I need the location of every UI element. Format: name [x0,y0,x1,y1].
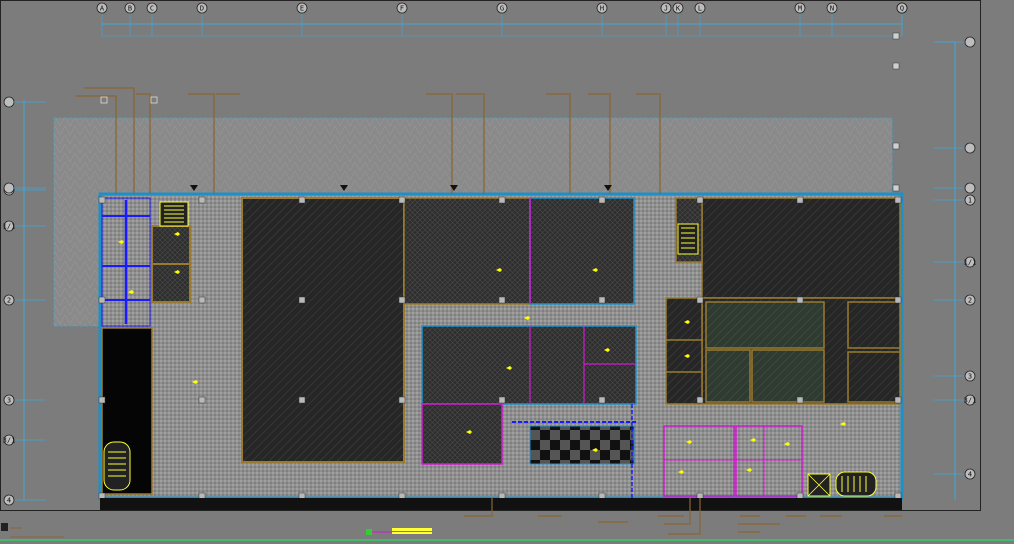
column-icon [498,296,506,304]
column-icon [598,396,606,404]
column-icon [198,196,206,204]
grid-bubble-icon: D [196,2,208,36]
grid-column-label: G [500,5,504,13]
grid-row-label: 2 [968,297,972,305]
top-grid-bubbles: ABCDEFGHJKLMNPQ [96,2,908,36]
column-icon [398,396,406,404]
column-icon [198,396,206,404]
elevator-icon [807,473,831,497]
grid-row-label: 2 [7,297,11,305]
column-icon [98,396,106,404]
scale-bar [366,528,432,535]
column-icon [892,32,900,40]
column-icon [298,396,306,404]
grid-bubble-icon: L [694,2,706,36]
column-icon [598,196,606,204]
column-icon [796,196,804,204]
column-icon [894,396,902,404]
grid-bubble-icon: J [660,2,672,36]
room-right-side[interactable] [665,297,703,405]
room-right-top[interactable] [701,197,901,299]
north-marker [1,523,64,538]
grid-bubble-icon: G [496,2,508,36]
column-icon [98,296,106,304]
column-icon [98,196,106,204]
grid-bubble-icon: C [146,2,158,36]
grid-bubble-icon [3,182,46,194]
column-icon [696,396,704,404]
drawing-viewport[interactable]: ABCDEFGHJKLMNPQ 11/1233/14 11/1233/14 [0,0,1014,544]
grid-bubble-icon: B [124,2,136,36]
grid-column-label: H [600,5,604,13]
grid-bubble-icon: 2 [3,294,46,306]
column-icon [796,396,804,404]
column-icon [298,196,306,204]
grid-row-label: 3/1 [964,397,977,405]
grid-row-label: 3 [7,397,11,405]
column-icon [598,296,606,304]
grid-column-label: F [400,5,404,13]
column-icon [398,296,406,304]
grid-bubble-icon: H [596,2,608,36]
grid-row-label: 4 [968,471,972,479]
grid-row-label: 3/1 [3,437,16,445]
grid-bubble-icon: M [794,2,806,36]
floor-plan-canvas[interactable]: ABCDEFGHJKLMNPQ 11/1233/14 11/1233/14 [0,0,1014,544]
grid-bubble-icon: F [396,2,408,36]
column-icon [298,296,306,304]
checker-floor[interactable] [529,425,635,465]
grid-row-label: 1/1 [964,259,977,267]
grid-bubble-icon: 4 [3,494,46,506]
column-icon [398,196,406,204]
room-lower-left[interactable] [421,403,503,465]
grid-row-label: 3 [968,373,972,381]
column-icon [892,184,900,192]
grid-row-label: 1 [968,197,972,205]
grid-bubble-icon: A [96,2,108,36]
column-icon [892,62,900,70]
grid-row-label: 4 [7,497,11,505]
column-icon [498,196,506,204]
grid-bubble-icon: N [826,2,838,36]
column-icon [696,196,704,204]
grid-column-label: C [150,5,154,13]
column-icon [796,296,804,304]
grid-column-label: E [300,5,304,13]
column-icon [696,296,704,304]
grid-row-label: 1/1 [3,223,16,231]
grid-bubble-icon: E [296,2,308,36]
grid-column-label: Q [900,5,904,13]
grid-column-label: B [128,5,132,13]
grid-bubble-icon: 3 [3,394,46,406]
column-icon [892,142,900,150]
restroom-a[interactable] [663,425,735,497]
column-icon [894,296,902,304]
grid-column-label: L [698,5,702,13]
grid-bubble-icon [3,96,46,108]
room-middle[interactable] [421,325,637,405]
hall-large[interactable] [241,197,405,463]
column-icon [498,396,506,404]
grid-column-label: M [798,5,802,13]
column-icon [198,296,206,304]
grid-column-label: D [200,5,204,13]
grid-bubble-icon: K [672,2,684,36]
room-upper-right[interactable] [529,197,635,305]
restroom-b[interactable] [735,425,803,497]
room-upper-left[interactable] [403,197,533,305]
column-icon [894,196,902,204]
grid-column-label: J [664,5,668,13]
grid-column-label: N [830,5,834,13]
grid-bubble-icon: Q [896,2,908,36]
